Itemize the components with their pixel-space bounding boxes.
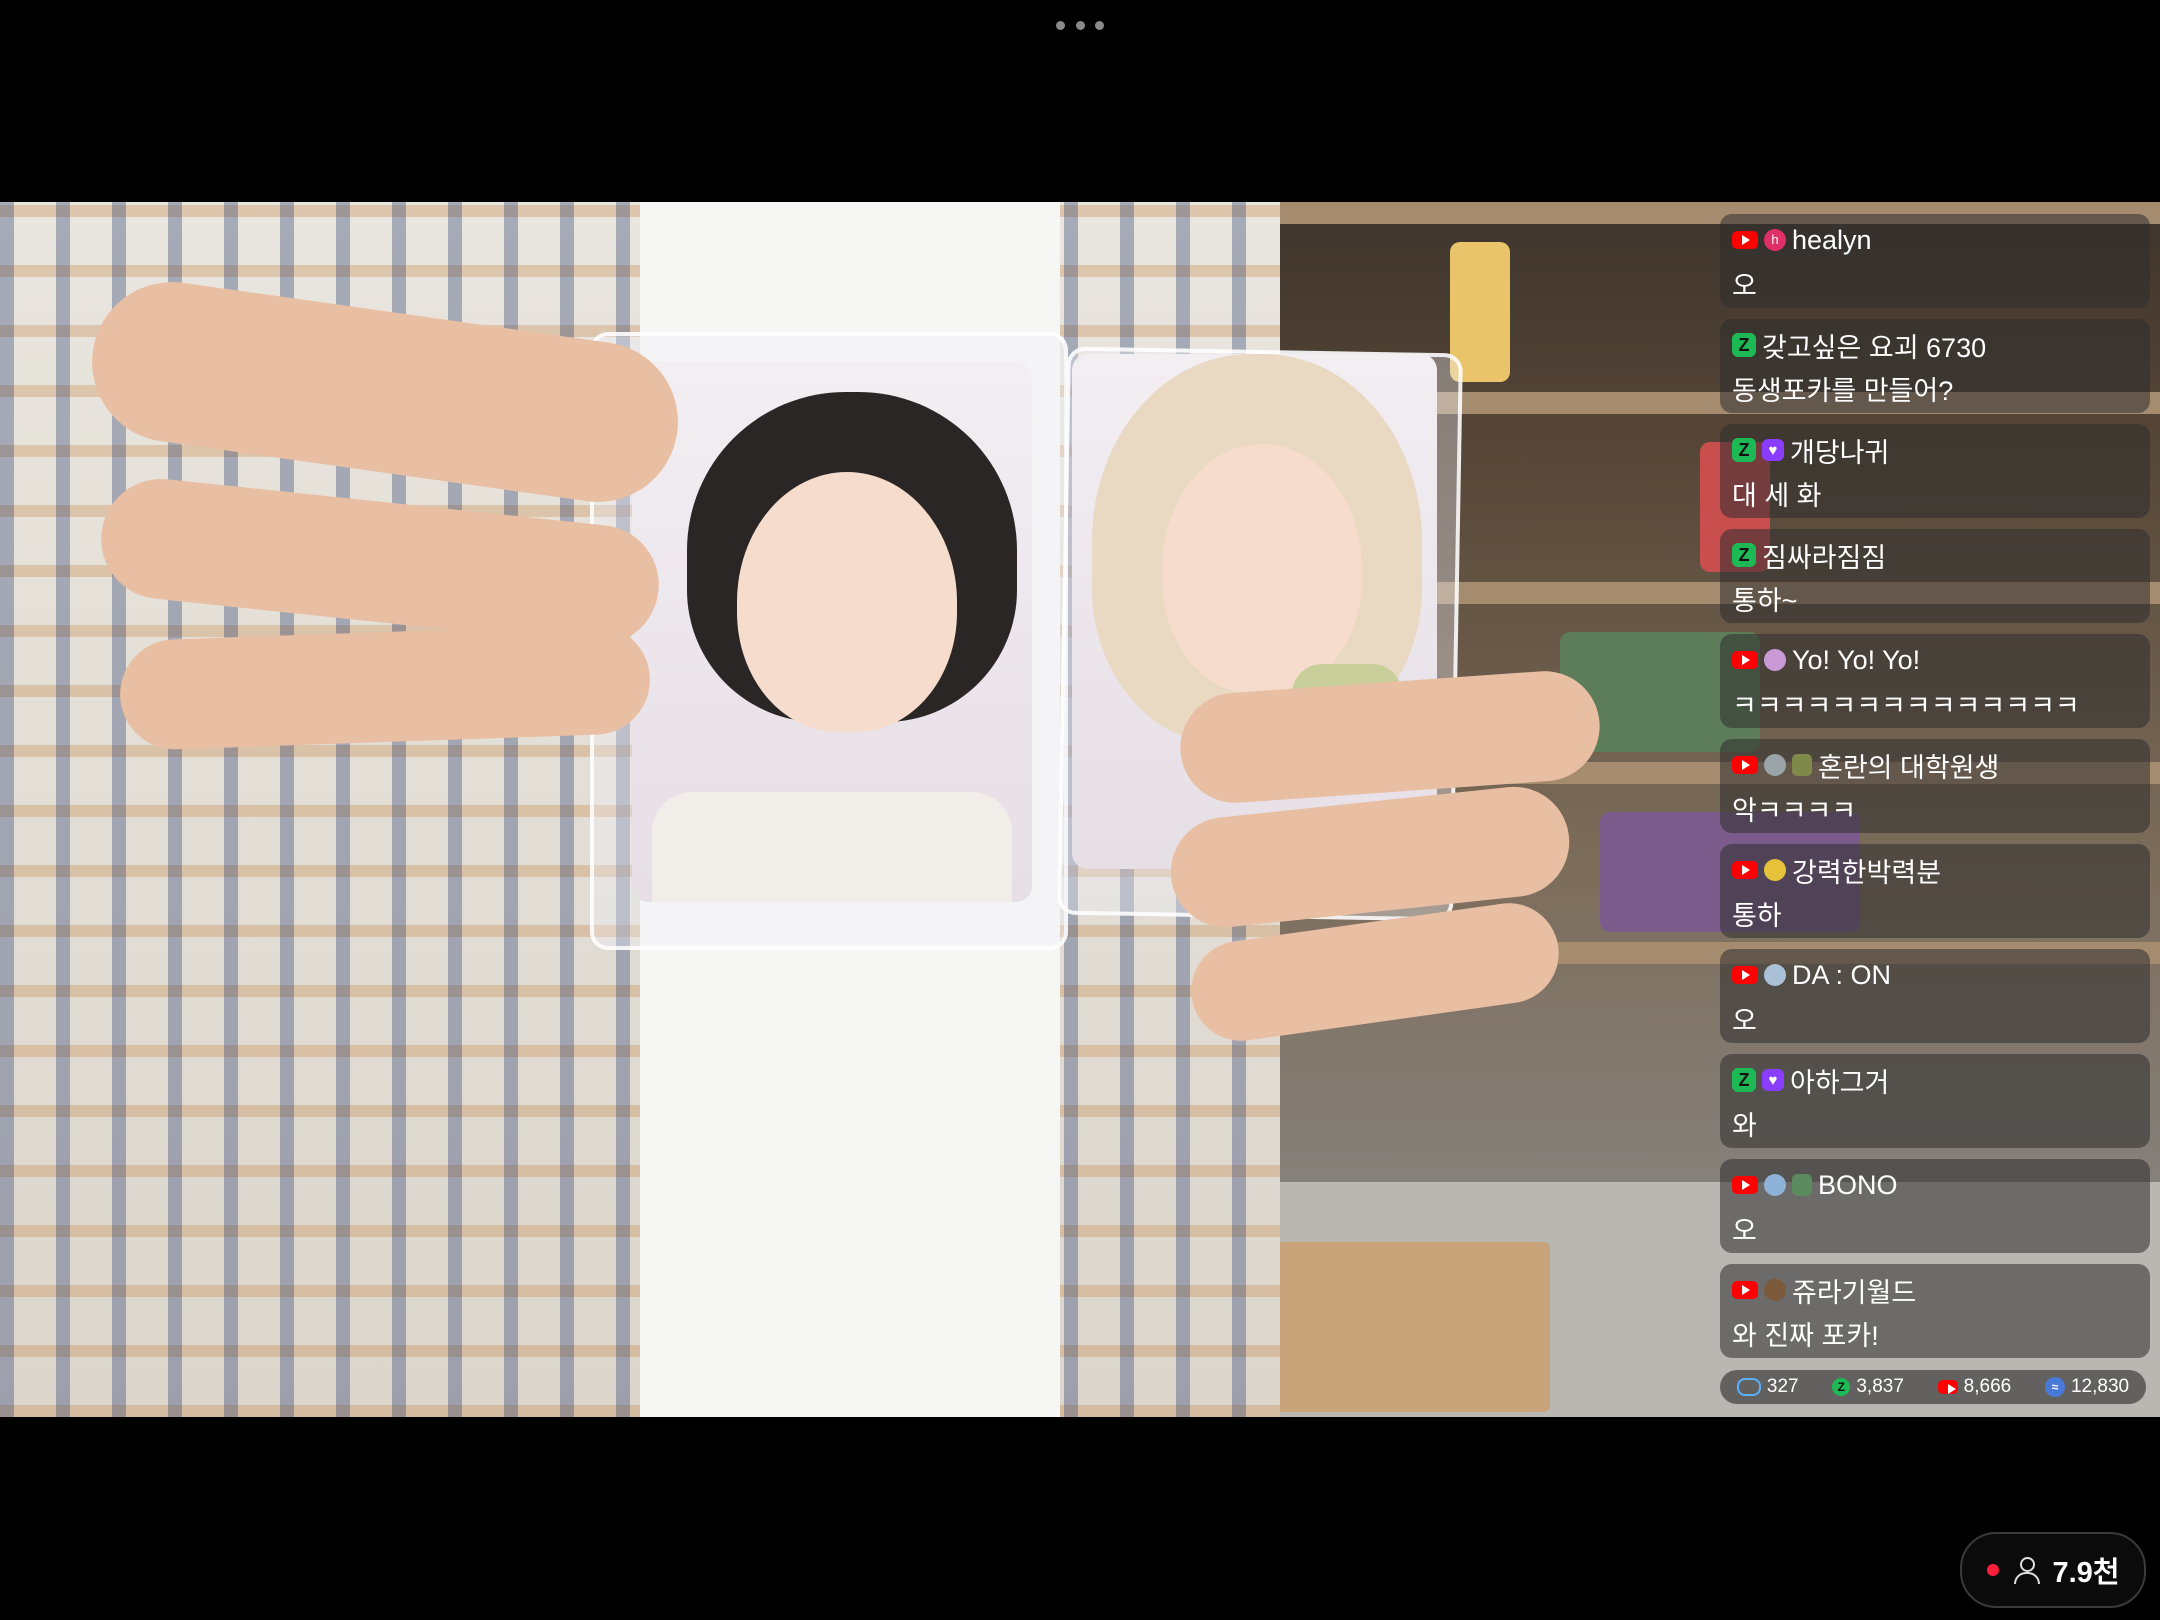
- youtube-icon: [1732, 651, 1758, 669]
- avatar: [1764, 1174, 1786, 1196]
- stat-soop: 327: [1736, 1376, 1799, 1398]
- chat-message: h healyn 오: [1720, 214, 2150, 308]
- youtube-icon: [1732, 1176, 1758, 1194]
- chat-text: 통하: [1732, 901, 1782, 931]
- youtube-icon: [1937, 1380, 1958, 1394]
- chat-text: 오: [1732, 1216, 1757, 1246]
- stat-chzzk-count: 3,837: [1856, 1376, 1904, 1397]
- chat-message: 강력한박력분 통하: [1720, 844, 2150, 938]
- chat-text: 와: [1732, 1111, 1757, 1141]
- avatar: [1764, 649, 1786, 671]
- chat-message: Yo! Yo! Yo! ㅋㅋㅋㅋㅋㅋㅋㅋㅋㅋㅋㅋㅋㅋ: [1720, 634, 2150, 728]
- chat-message: Z ♥ 아하그거 와: [1720, 1054, 2150, 1148]
- chat-message: 쥬라기월드 와 진짜 포카!: [1720, 1264, 2150, 1358]
- chat-text: 와 진짜 포카!: [1732, 1321, 1879, 1351]
- heart-badge-icon: ♥: [1762, 439, 1784, 461]
- youtube-icon: [1732, 966, 1758, 984]
- chat-username: 개당나귀: [1790, 437, 1890, 468]
- chat-text: 악ㅋㅋㅋㅋ: [1732, 796, 1857, 826]
- avatar: [1764, 1279, 1786, 1301]
- stat-youtube-count: 8,666: [1963, 1376, 2012, 1397]
- stat-total-count: 12,830: [2070, 1376, 2130, 1397]
- chat-username: 아하그거: [1790, 1067, 1890, 1098]
- live-viewer-count-button[interactable]: 7.9천: [1960, 1532, 2146, 1608]
- chzzk-icon: Z: [1732, 543, 1756, 567]
- avatar: [1764, 964, 1786, 986]
- heart-badge-icon: ♥: [1762, 1069, 1784, 1091]
- more-options-icon[interactable]: [1056, 18, 1104, 32]
- chzzk-icon: Z: [1732, 1068, 1756, 1092]
- chat-message: BONO 오: [1720, 1159, 2150, 1253]
- chat-text: 오: [1732, 1006, 1757, 1036]
- youtube-icon: [1732, 756, 1758, 774]
- stat-chzzk: Z 3,837: [1832, 1376, 1904, 1398]
- avatar: [1764, 754, 1786, 776]
- chat-text: 통하~: [1732, 586, 1798, 616]
- live-dot-icon: [1986, 1564, 1999, 1576]
- person-icon: [2011, 1556, 2041, 1584]
- chat-username: 쥬라기월드: [1792, 1277, 1917, 1308]
- chat-text: 동생포카를 만들어?: [1732, 376, 1954, 406]
- chat-message: Z ♥ 개당나귀 대 세 화: [1720, 424, 2150, 518]
- chat-username: Yo! Yo! Yo!: [1792, 644, 1921, 675]
- chat-username: healyn: [1792, 224, 1872, 255]
- total-viewers-icon: ≈: [2044, 1377, 2065, 1397]
- stat-soop-count: 327: [1766, 1376, 1799, 1397]
- chat-text: 대 세 화: [1732, 481, 1822, 511]
- chat-username: 혼란의 대학원생: [1818, 752, 2000, 783]
- stat-youtube: 8,666: [1937, 1376, 2012, 1398]
- chat-text: 오: [1732, 271, 1757, 301]
- chat-text: ㅋㅋㅋㅋㅋㅋㅋㅋㅋㅋㅋㅋㅋㅋ: [1732, 691, 2080, 721]
- avatar: [1764, 859, 1786, 881]
- chat-username: 강력한박력분: [1792, 857, 1942, 888]
- chzzk-icon: Z: [1732, 333, 1756, 357]
- chat-message: 혼란의 대학원생 악ㅋㅋㅋㅋ: [1720, 739, 2150, 833]
- chat-message: Z 짐싸라짐짐 통하~: [1720, 529, 2150, 623]
- chat-message: Z 갖고싶은 요괴 6730 동생포카를 만들어?: [1720, 319, 2150, 413]
- photocard-left: [632, 362, 1032, 902]
- soop-icon: [1736, 1378, 1761, 1396]
- youtube-icon: [1732, 1281, 1758, 1299]
- youtube-icon: [1732, 231, 1758, 249]
- chat-username: BONO: [1818, 1169, 1898, 1200]
- stat-total: ≈ 12,830: [2044, 1376, 2130, 1398]
- chzzk-icon: Z: [1832, 1378, 1851, 1396]
- avatar: h: [1764, 229, 1786, 251]
- chat-username: 갖고싶은 요괴 6730: [1762, 332, 1987, 363]
- platform-stats-bar: 327 Z 3,837 8,666 ≈ 12,830: [1720, 1370, 2146, 1404]
- member-badge-icon: [1792, 1174, 1812, 1196]
- member-badge-icon: [1792, 754, 1812, 776]
- youtube-icon: [1732, 861, 1758, 879]
- viewer-count: 7.9천: [2052, 1557, 2120, 1589]
- chzzk-icon: Z: [1732, 438, 1756, 462]
- chat-username: DA : ON: [1792, 959, 1892, 990]
- chat-message: DA : ON 오: [1720, 949, 2150, 1043]
- chat-username: 짐싸라짐짐: [1762, 542, 1887, 573]
